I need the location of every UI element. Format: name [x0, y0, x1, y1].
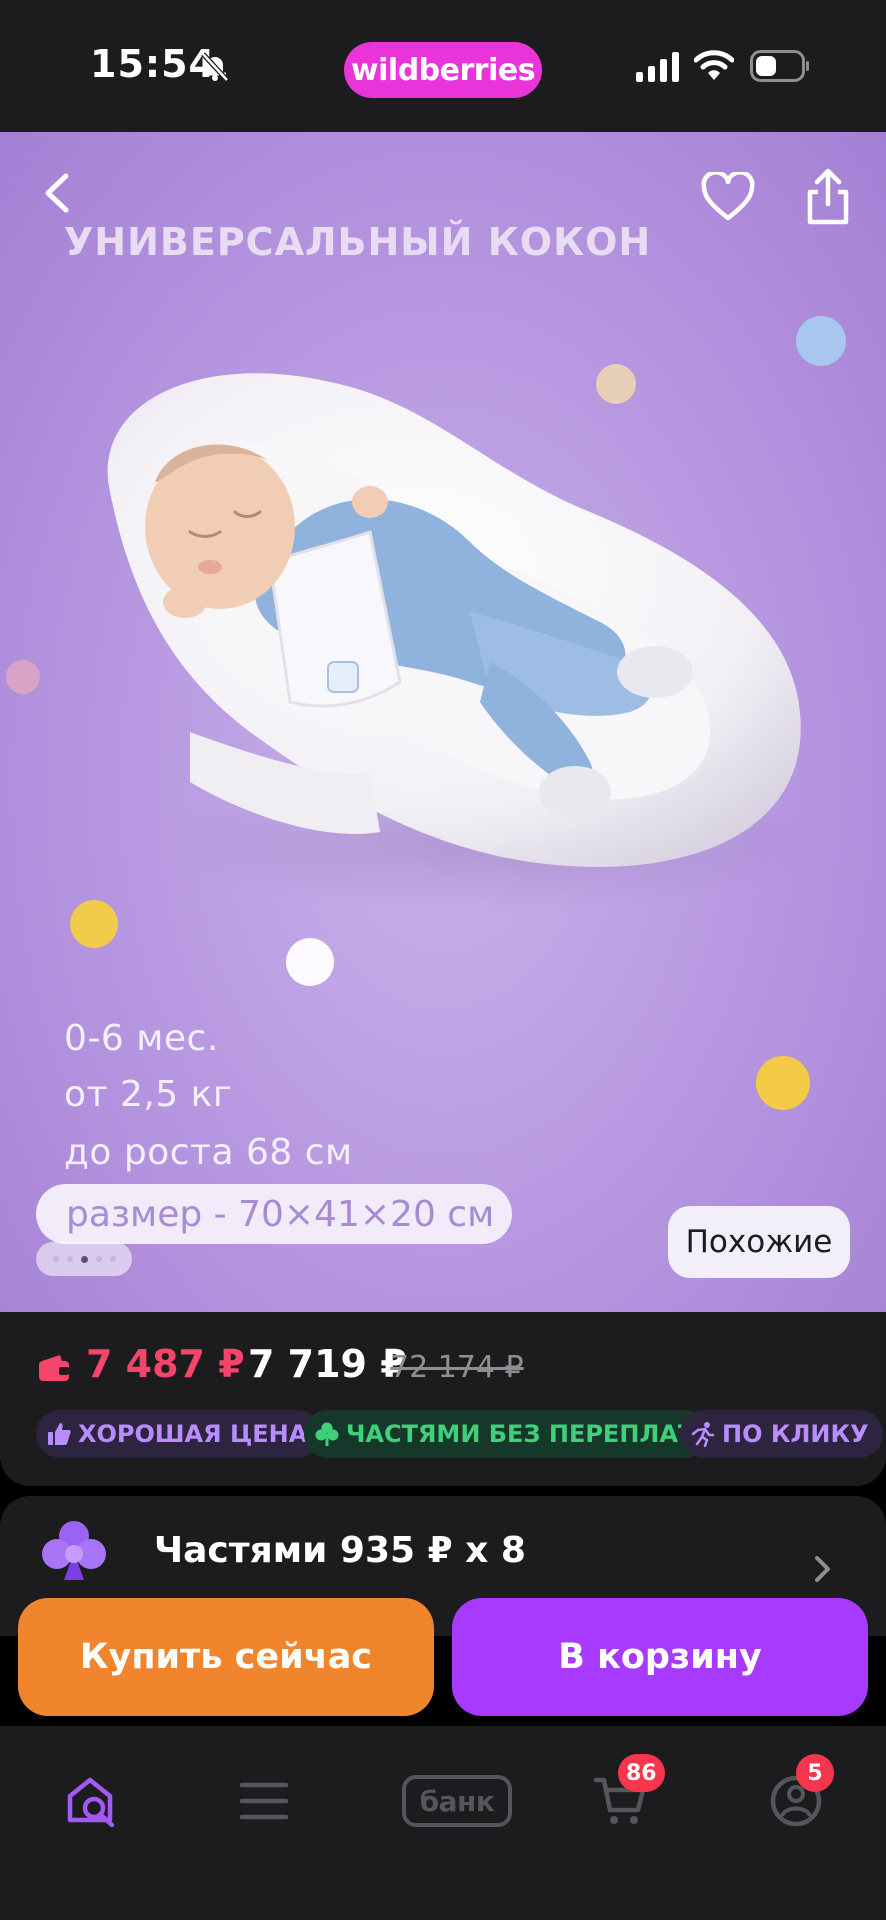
add-to-cart-button[interactable]: В корзину — [452, 1598, 868, 1716]
clover-icon — [42, 1521, 106, 1580]
image-pager[interactable] — [36, 1242, 132, 1276]
menu-icon — [239, 1782, 289, 1820]
runner-icon — [691, 1422, 715, 1447]
product-image[interactable]: УНИВЕРСАЛЬНЫЙ КОКОН 0-6 мес. от 2,5 кг д… — [0, 132, 886, 1312]
tab-bank[interactable]: банк — [402, 1766, 512, 1836]
bank-label: банк — [402, 1775, 512, 1827]
thumbs-up-icon — [48, 1423, 71, 1445]
badge-label: ПО КЛИКУ — [722, 1420, 869, 1448]
decor-dot — [286, 938, 334, 986]
tab-home[interactable] — [52, 1766, 132, 1836]
tab-cart[interactable]: 86 — [580, 1754, 665, 1836]
badge-good-price[interactable]: ХОРОШАЯ ЦЕНА — [36, 1410, 322, 1458]
price-card: 7 487 ₽ 7 719 ₽ 72 174 ₽ ХОРОШАЯ ЦЕНА ЧА… — [0, 1312, 886, 1486]
current-price: 7 719 ₽ — [248, 1342, 407, 1386]
cart-count-badge: 86 — [618, 1754, 665, 1792]
tab-profile[interactable]: 5 — [756, 1754, 836, 1836]
old-price: 72 174 ₽ — [390, 1350, 524, 1385]
tab-catalog[interactable] — [224, 1766, 304, 1836]
decor-dot — [756, 1056, 810, 1110]
battery-icon — [750, 50, 809, 82]
spec-height: до роста 68 см — [64, 1132, 353, 1173]
clover-icon — [315, 1422, 339, 1446]
signal-icon — [636, 52, 679, 82]
profile-count-badge: 5 — [796, 1754, 834, 1792]
wifi-icon — [694, 50, 734, 80]
spec-size: размер - 70×41×20 см — [36, 1184, 512, 1244]
pager-dot — [66, 1256, 73, 1262]
wallet-icon — [39, 1355, 69, 1381]
pager-dot — [95, 1256, 102, 1262]
decor-dot — [796, 316, 846, 366]
baby-cocoon-illustration — [107, 373, 820, 912]
wallet-price: 7 487 ₽ — [86, 1342, 245, 1386]
brand-logo: wildberries — [344, 42, 542, 98]
spec-age: 0-6 мес. — [64, 1018, 219, 1059]
badge-installments[interactable]: ЧАСТЯМИ БЕЗ ПЕРЕПЛАТ — [304, 1410, 709, 1458]
share-icon[interactable] — [800, 168, 856, 226]
status-bar: 15:54 wildberries — [0, 0, 886, 132]
tab-bar: банк 86 5 — [0, 1726, 886, 1920]
buy-now-button[interactable]: Купить сейчас — [18, 1598, 434, 1716]
pager-dot — [52, 1256, 59, 1262]
pager-dot-active — [80, 1255, 88, 1263]
pager-dot — [109, 1256, 116, 1262]
home-search-icon — [67, 1777, 115, 1828]
badge-one-click[interactable]: ПО КЛИКУ — [680, 1410, 883, 1458]
heart-icon[interactable] — [700, 172, 756, 224]
bell-off-icon — [201, 52, 229, 82]
decor-dot — [6, 660, 40, 694]
action-bar: Купить сейчас В корзину — [0, 1586, 886, 1726]
back-icon[interactable] — [38, 170, 78, 216]
badge-label: ХОРОШАЯ ЦЕНА — [78, 1420, 308, 1448]
badge-label: ЧАСТЯМИ БЕЗ ПЕРЕПЛАТ — [346, 1420, 695, 1448]
installments-label: Частями 935 ₽ x 8 — [154, 1530, 526, 1571]
similar-button[interactable]: Похожие — [668, 1206, 850, 1278]
chevron-right-icon[interactable] — [812, 1554, 834, 1584]
spec-weight: от 2,5 кг — [64, 1074, 233, 1115]
image-caption-title: УНИВЕРСАЛЬНЫЙ КОКОН — [64, 220, 652, 264]
